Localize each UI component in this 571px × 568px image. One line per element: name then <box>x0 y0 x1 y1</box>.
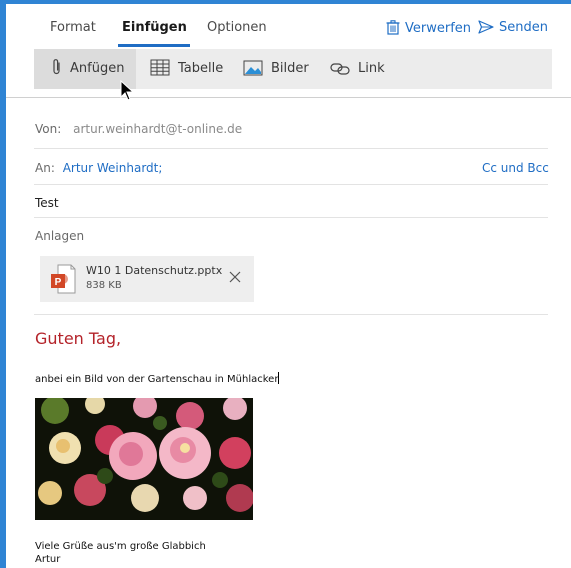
remove-attachment-icon[interactable] <box>226 268 244 286</box>
active-tab-indicator <box>118 44 190 47</box>
text-caret <box>278 372 280 384</box>
paperclip-icon <box>53 59 60 75</box>
from-row: Von: artur.weinhardt@t-online.de <box>35 122 242 136</box>
discard-label: Verwerfen <box>405 21 472 36</box>
attachments-label: Anlagen <box>35 229 85 243</box>
to-row: An: Artur Weinhardt; <box>35 161 162 175</box>
mail-compose-window: Format Einfügen Optionen Verwerfen Sende… <box>6 4 571 568</box>
tab-insert[interactable]: Einfügen <box>122 20 187 35</box>
from-separator <box>34 148 548 149</box>
from-value[interactable]: artur.weinhardt@t-online.de <box>73 122 242 136</box>
send-icon <box>478 20 494 34</box>
body-line-text: anbei ein Bild von der Gartenschau in Mü… <box>35 374 279 385</box>
link-button[interactable]: Link <box>330 49 385 89</box>
table-button[interactable]: Tabelle <box>150 49 223 89</box>
body-greeting[interactable]: Guten Tag, <box>35 329 121 348</box>
attachment-card[interactable]: P W10 1 Datenschutz.pptx 838 KB <box>40 256 254 302</box>
attach-label: Anfügen <box>70 61 125 76</box>
cc-bcc-link[interactable]: Cc und Bcc <box>482 161 549 175</box>
tab-format[interactable]: Format <box>50 20 96 35</box>
svg-text:P: P <box>55 277 62 288</box>
body-line[interactable]: anbei ein Bild von der Gartenschau in Mü… <box>35 372 280 385</box>
subject-separator <box>34 217 548 218</box>
insert-ribbon: Anfügen Tabelle Bilder Link <box>34 49 552 89</box>
attachment-name: W10 1 Datenschutz.pptx <box>86 264 223 277</box>
tab-options[interactable]: Optionen <box>207 20 267 35</box>
pictures-button[interactable]: Bilder <box>243 49 309 89</box>
pictures-label: Bilder <box>271 61 309 76</box>
discard-button[interactable]: Verwerfen <box>386 20 471 36</box>
from-label: Von: <box>35 122 62 136</box>
attachment-size: 838 KB <box>86 280 122 291</box>
powerpoint-file-icon: P <box>51 264 76 294</box>
closing-line[interactable]: Viele Grüße aus'm große Glabbich <box>35 541 206 552</box>
send-label: Senden <box>499 20 548 35</box>
table-label: Tabelle <box>178 61 224 76</box>
inline-flower-photo[interactable] <box>35 398 253 520</box>
link-icon <box>330 63 350 75</box>
header-divider <box>6 97 571 98</box>
picture-icon <box>243 60 263 76</box>
mouse-pointer-icon <box>120 80 134 101</box>
link-label: Link <box>358 61 385 76</box>
table-icon <box>150 59 170 76</box>
trash-icon <box>386 20 400 35</box>
attachments-separator <box>34 314 548 315</box>
send-button[interactable]: Senden <box>478 20 548 35</box>
subject-field[interactable]: Test <box>35 196 59 210</box>
recipient-chip[interactable]: Artur Weinhardt; <box>63 161 163 175</box>
to-label: An: <box>35 161 55 175</box>
signature-line[interactable]: Artur <box>35 554 60 565</box>
top-tab-bar: Format Einfügen Optionen Verwerfen Sende… <box>6 4 571 47</box>
to-separator <box>34 184 548 185</box>
